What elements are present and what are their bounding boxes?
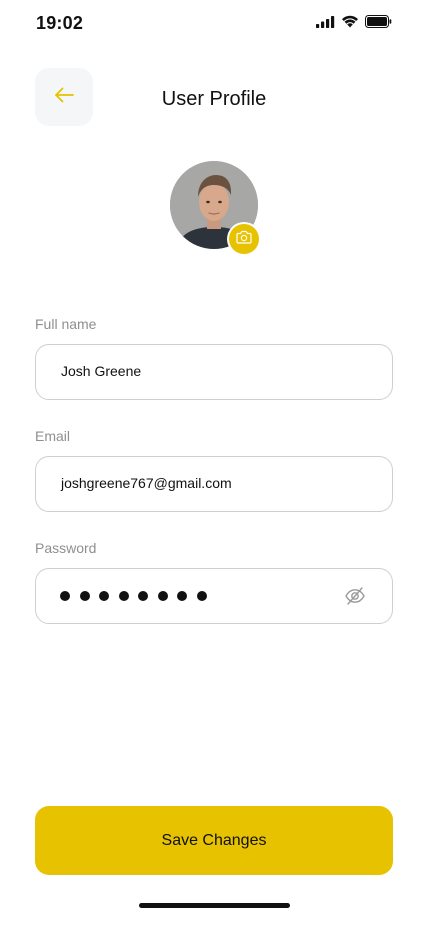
battery-icon	[365, 15, 392, 33]
status-icons	[316, 15, 392, 33]
full-name-label: Full name	[35, 316, 97, 332]
email-label: Email	[35, 428, 71, 444]
password-masked-value	[60, 591, 207, 601]
status-time: 19:02	[36, 13, 84, 33]
email-value: joshgreene767@gmail.com	[61, 475, 232, 491]
password-dot	[157, 591, 168, 601]
camera-icon	[236, 230, 252, 249]
password-dot	[99, 591, 109, 601]
password-dot	[196, 591, 207, 601]
password-dot	[138, 591, 148, 601]
password-field[interactable]	[35, 568, 393, 624]
password-dot	[60, 591, 70, 601]
password-label: Password	[35, 540, 97, 556]
password-dot	[118, 591, 129, 601]
home-indicator	[139, 903, 290, 908]
save-changes-button[interactable]: Save Changes	[35, 806, 393, 875]
full-name-value: Josh Greene	[61, 363, 142, 379]
password-dot	[177, 591, 187, 601]
signal-icon	[316, 15, 335, 33]
email-field[interactable]: joshgreene767@gmail.com	[35, 456, 393, 512]
status-bar: 19:02	[0, 0, 428, 48]
wifi-icon	[341, 15, 359, 33]
change-photo-button[interactable]	[229, 224, 259, 254]
full-name-field[interactable]: Josh Greene	[35, 344, 393, 400]
eye-off-icon[interactable]	[344, 585, 366, 607]
page-title: User Profile	[161, 88, 267, 110]
password-dot	[79, 591, 90, 601]
